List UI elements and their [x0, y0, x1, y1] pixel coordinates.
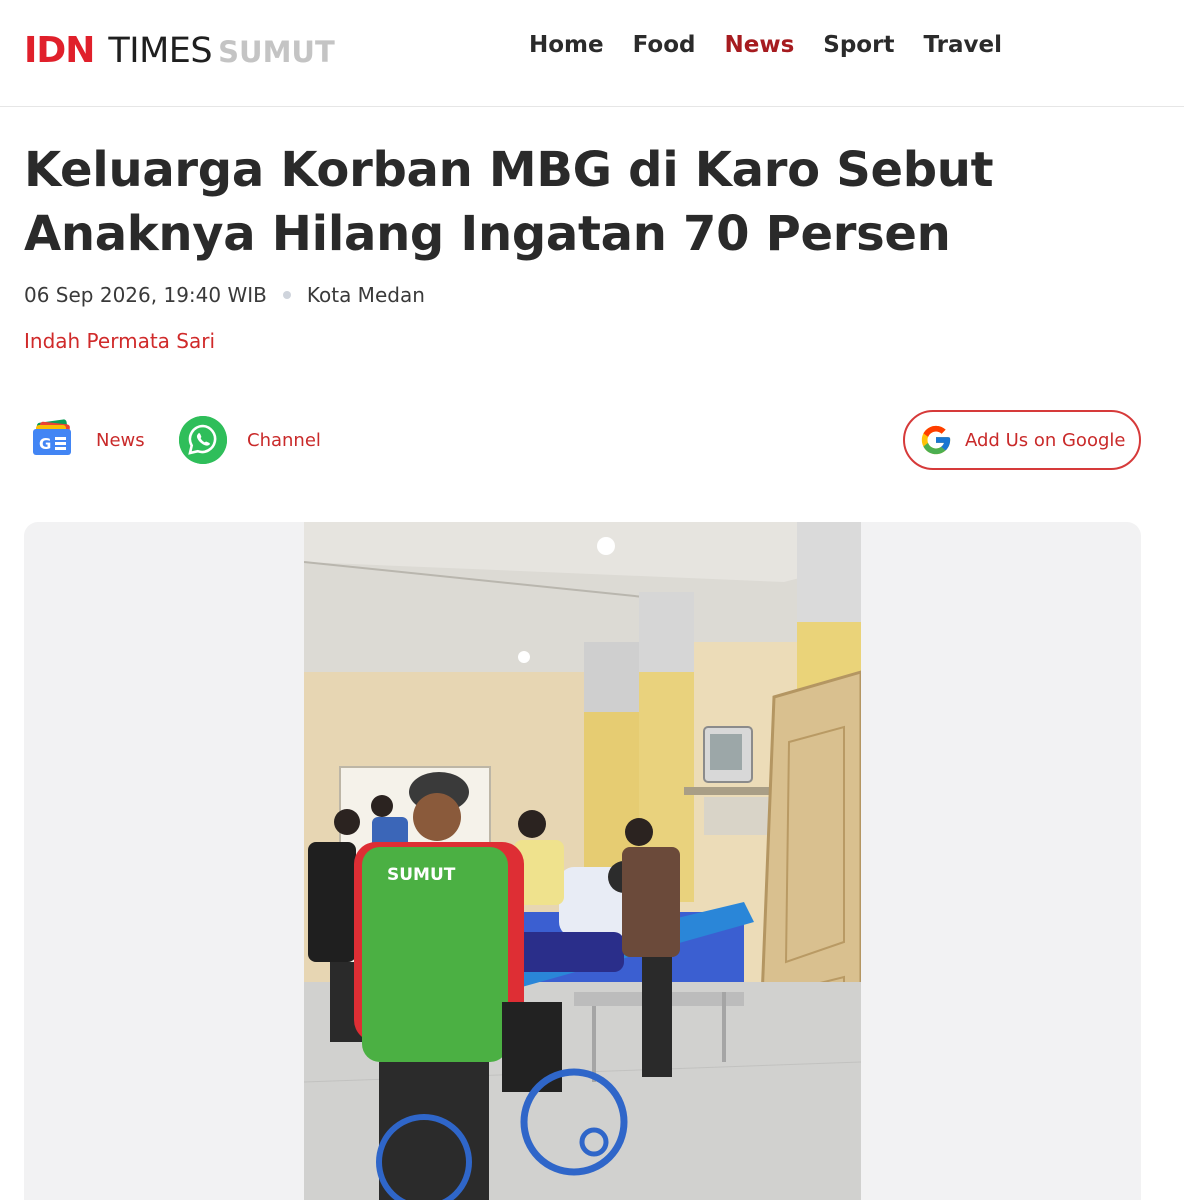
- article-photo[interactable]: SUMUT: [304, 522, 861, 1200]
- article-location[interactable]: Kota Medan: [307, 283, 425, 307]
- main-nav: Home Food News Sport Travel: [529, 32, 1031, 58]
- nav-sport[interactable]: Sport: [823, 32, 894, 58]
- follow-whatsapp-channel[interactable]: Channel: [179, 410, 321, 470]
- article-author[interactable]: Indah Permata Sari: [24, 329, 215, 353]
- article-title-line-2: Anaknya Hilang Ingatan 70 Persen: [24, 206, 951, 262]
- follow-news-label: News: [96, 429, 145, 451]
- google-news-icon: G: [30, 417, 76, 463]
- article-date: 06 Sep 2026, 19:40 WIB: [24, 283, 267, 307]
- vest-text: SUMUT: [387, 865, 456, 885]
- logo-idn: IDN: [24, 30, 95, 71]
- article-title-line-1: Keluarga Korban MBG di Karo Sebut: [24, 142, 994, 198]
- add-us-on-google-button[interactable]: Add Us on Google: [903, 410, 1141, 470]
- follow-google-news[interactable]: G News: [30, 410, 145, 470]
- site-header: IDN TIMES SUMUT Home Food News Sport Tra…: [0, 0, 1184, 107]
- svg-text:G: G: [39, 435, 51, 453]
- logo-region: SUMUT: [218, 35, 335, 69]
- article-meta: 06 Sep 2026, 19:40 WIB Kota Medan: [24, 283, 425, 307]
- hospital-room-photo: SUMUT: [304, 522, 861, 1200]
- article-image-panel: SUMUT: [24, 522, 1141, 1200]
- whatsapp-icon: [179, 416, 227, 464]
- nav-news[interactable]: News: [724, 32, 794, 58]
- google-g-icon: [919, 423, 953, 457]
- nav-travel[interactable]: Travel: [923, 32, 1002, 58]
- nav-home[interactable]: Home: [529, 32, 604, 58]
- meta-separator-dot: [282, 291, 291, 299]
- logo-times: TIMES: [108, 31, 213, 71]
- follow-channel-label: Channel: [247, 429, 321, 451]
- add-us-on-google-label: Add Us on Google: [965, 429, 1126, 451]
- site-logo[interactable]: IDN TIMES SUMUT: [24, 30, 335, 74]
- follow-row: G News Channel Add Us on Google: [24, 410, 1141, 470]
- article-title: Keluarga Korban MBG di Karo Sebut Anakny…: [24, 138, 1124, 266]
- nav-food[interactable]: Food: [633, 32, 696, 58]
